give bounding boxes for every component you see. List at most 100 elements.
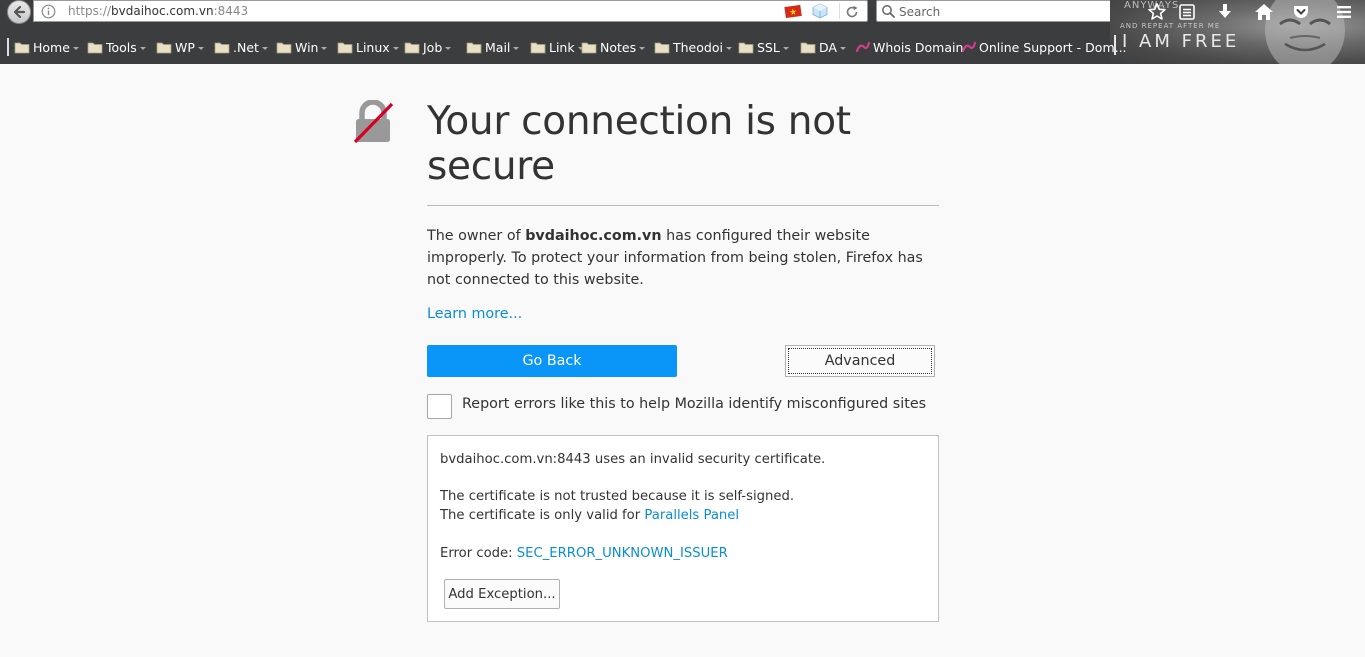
cert-self-signed-text: The certificate is not trusted because i…: [440, 489, 795, 504]
bookmark-label: Mail: [485, 39, 511, 55]
report-errors-checkbox[interactable]: [427, 394, 452, 419]
search-bar[interactable]: [876, 0, 1134, 22]
dropdown-arrow-icon: [639, 46, 646, 50]
folder-icon: [214, 42, 230, 53]
dropdown-arrow-icon: [782, 46, 789, 50]
pocket-icon[interactable]: [1291, 2, 1311, 22]
bookmark-item[interactable]: Mail: [466, 38, 520, 56]
search-icon: [882, 5, 895, 18]
add-exception-button[interactable]: Add Exception...: [444, 579, 560, 609]
bookmark-star-icon[interactable]: [1147, 2, 1167, 22]
toolbar-grip: [7, 38, 9, 56]
bookmark-item[interactable]: Whois Domain: [856, 38, 963, 56]
desc-prefix: The owner of: [427, 228, 526, 244]
desc-host: bvdaihoc.com.vn: [525, 228, 662, 244]
reader-list-icon[interactable]: [1177, 2, 1197, 22]
bookmark-label: Link: [549, 39, 575, 55]
download-icon[interactable]: [1215, 2, 1235, 22]
advanced-button[interactable]: Advanced: [785, 345, 935, 377]
cert-invalid-text: bvdaihoc.com.vn:8443 uses an invalid sec…: [440, 452, 826, 467]
theme-text-2: AND REPEAT AFTER ME: [1120, 22, 1221, 30]
url-text[interactable]: https://bvdaihoc.com.vn:8443: [68, 4, 248, 18]
dropdown-arrow-icon: [725, 46, 732, 50]
title-divider: [427, 205, 939, 206]
site-favicon-icon: [962, 41, 976, 53]
url-port: :8443: [213, 4, 249, 18]
bookmark-item[interactable]: DA: [800, 38, 846, 56]
learn-more-link[interactable]: Learn more...: [427, 306, 522, 322]
vietnam-flag-icon[interactable]: [784, 4, 802, 18]
folder-icon: [466, 42, 482, 53]
search-input[interactable]: [899, 3, 1129, 20]
bookmark-item[interactable]: .Net: [214, 38, 268, 56]
bookmark-label: SSL: [757, 39, 780, 55]
folder-icon: [14, 42, 30, 53]
error-code-link[interactable]: SEC_ERROR_UNKNOWN_ISSUER: [517, 546, 728, 561]
error-code-text: Error code: SEC_ERROR_UNKNOWN_ISSUER: [440, 546, 728, 561]
bookmark-item[interactable]: SSL: [738, 38, 789, 56]
bookmark-item[interactable]: Notes: [581, 38, 646, 56]
report-errors-label: Report errors like this to help Mozilla …: [462, 396, 927, 412]
back-button[interactable]: [7, 0, 31, 24]
folder-icon: [404, 42, 420, 53]
folder-icon: [87, 42, 103, 53]
folder-icon: [738, 42, 754, 53]
home-icon[interactable]: [1254, 2, 1274, 22]
dropdown-arrow-icon: [72, 46, 79, 50]
folder-icon: [800, 42, 816, 53]
error-code-label: Error code:: [440, 546, 517, 561]
error-description: The owner of bvdaihoc.com.vn has configu…: [427, 225, 942, 291]
broken-lock-icon: [353, 100, 394, 144]
bookmarks-toolbar: Home Tools WP .Net Win Linux Job Mail Link Notes T…: [0, 36, 1127, 58]
bookmark-item[interactable]: Home: [14, 38, 79, 56]
bookmark-item[interactable]: Link: [530, 38, 584, 56]
bookmark-item[interactable]: Win: [276, 38, 328, 56]
site-favicon-icon: [856, 41, 870, 53]
folder-icon: [156, 42, 172, 53]
info-icon[interactable]: [41, 4, 56, 19]
back-arrow-icon: [13, 5, 26, 19]
dropdown-arrow-icon: [445, 46, 452, 50]
bookmark-item[interactable]: Linux: [337, 38, 399, 56]
url-separator: [839, 3, 840, 19]
folder-icon: [337, 42, 353, 53]
hamburger-menu-icon[interactable]: [1334, 2, 1354, 22]
bookmark-item[interactable]: WP: [156, 38, 204, 56]
advanced-panel: bvdaihoc.com.vn:8443 uses an invalid sec…: [427, 435, 939, 622]
bookmark-item[interactable]: Theodoi: [654, 38, 732, 56]
bookmark-label: DA: [819, 39, 837, 55]
browser-chrome: https://bvdaihoc.com.vn:8443 Search ANYW…: [0, 0, 1365, 64]
extension-cube-icon[interactable]: [812, 3, 828, 19]
dropdown-arrow-icon: [839, 46, 846, 50]
url-host: bvdaihoc.com.vn: [111, 4, 214, 18]
folder-icon: [581, 42, 597, 53]
bookmark-item[interactable]: Online Support - Dom...: [962, 38, 1127, 56]
folder-icon: [276, 42, 292, 53]
dropdown-arrow-icon: [392, 46, 399, 50]
bookmark-label: Theodoi: [673, 39, 723, 55]
page-title: Your connection is not secure: [427, 99, 851, 189]
bookmark-label: Whois Domain: [873, 39, 964, 55]
bookmark-label: Linux: [356, 39, 390, 55]
bookmark-label: Online Support - Dom...: [979, 39, 1127, 55]
cert-valid-for-text: The certificate is only valid for Parall…: [440, 508, 739, 523]
bookmark-label: WP: [175, 39, 195, 55]
theme-text-3: I AM FREE: [1122, 31, 1240, 52]
bookmark-item[interactable]: Tools: [87, 38, 146, 56]
dropdown-arrow-icon: [261, 46, 268, 50]
reload-icon[interactable]: [844, 4, 860, 20]
bookmark-item[interactable]: Job: [404, 38, 452, 56]
dropdown-arrow-icon: [197, 46, 204, 50]
dropdown-arrow-icon: [139, 46, 146, 50]
url-scheme: https://: [68, 4, 112, 18]
cert-valid-for-prefix: The certificate is only valid for: [440, 508, 645, 523]
bookmark-label: Job: [423, 39, 443, 55]
parallels-panel-link[interactable]: Parallels Panel: [644, 508, 739, 523]
url-bar[interactable]: https://bvdaihoc.com.vn:8443: [33, 0, 868, 22]
dropdown-arrow-icon: [321, 46, 328, 50]
dropdown-arrow-icon: [513, 46, 520, 50]
bookmark-label: Notes: [600, 39, 637, 55]
go-back-button[interactable]: Go Back: [427, 345, 677, 377]
folder-icon: [654, 42, 670, 53]
bookmark-label: Home: [33, 39, 70, 55]
